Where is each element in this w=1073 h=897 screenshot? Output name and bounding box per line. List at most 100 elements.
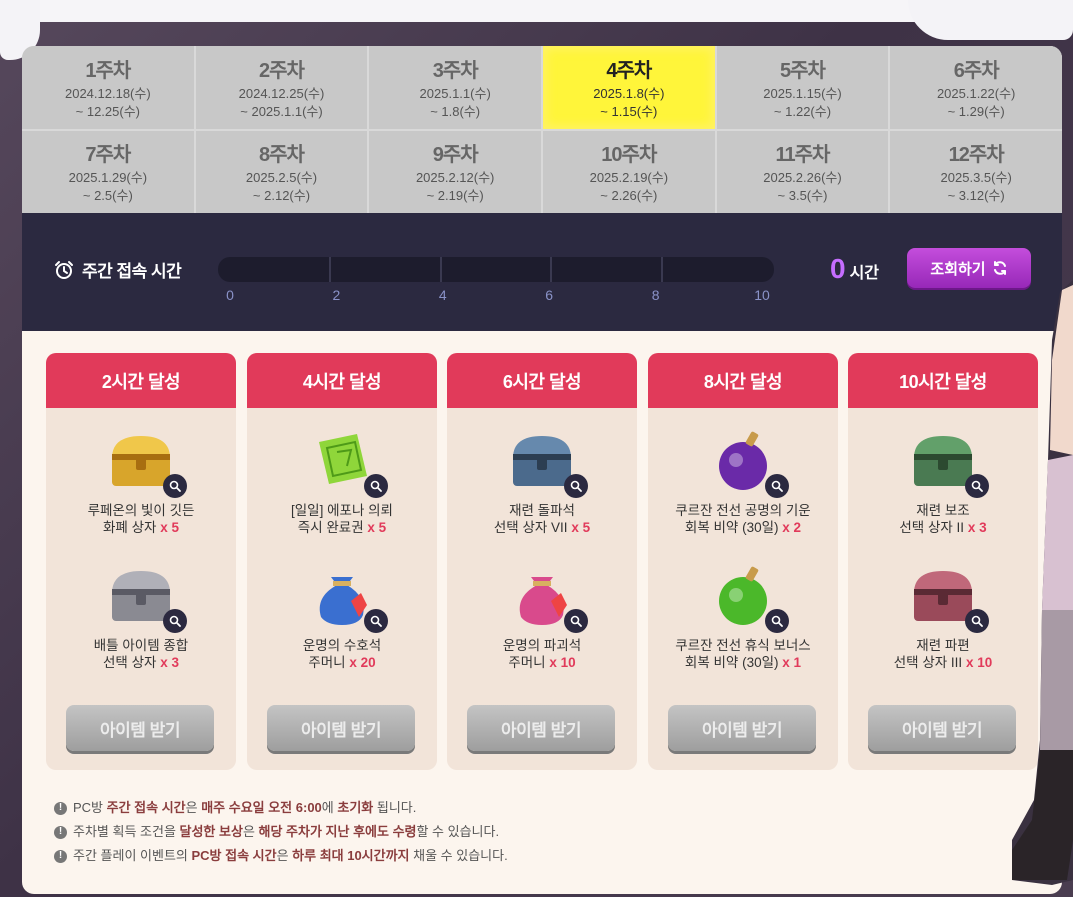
reward-card: 4시간 달성 [일일] 에포나 의뢰 즉시 완료권 x 5 운명의 수호석 주머니 x … — [247, 353, 437, 770]
reward-item-name: 재련 보조 선택 상자 II x 3 — [848, 502, 1038, 536]
week-title: 3주차 — [432, 59, 479, 82]
reward-item-name: [일일] 에포나 의뢰 즉시 완료권 x 5 — [247, 502, 437, 536]
tab-week-4[interactable]: 4주차 2025.1.8(수) ~ 1.15(수) — [543, 46, 715, 129]
reward-item-quantity: x 1 — [782, 655, 802, 670]
pink-pouch-icon — [502, 563, 588, 635]
weekly-time-title: 주간 접속 시간 — [82, 262, 182, 281]
week-start-date: 2025.1.22(수) — [936, 85, 1016, 101]
tab-week-6[interactable]: 6주차 2025.1.22(수) ~ 1.29(수) — [890, 46, 1062, 129]
magnifier-icon[interactable] — [765, 609, 789, 633]
reward-card-title: 10시간 달성 — [848, 353, 1038, 408]
week-start-date: 2024.12.25(수) — [238, 85, 325, 101]
magnifier-icon[interactable] — [163, 474, 187, 498]
reward-item-name-line2: 선택 상자 III — [893, 655, 963, 670]
notice-item: ! 주간 플레이 이벤트의 PC방 접속 시간은 하루 최대 10시간까지 채울 … — [54, 844, 508, 868]
notice-highlight: 해당 주차가 지난 후에도 수령 — [258, 824, 417, 839]
week-title: 2주차 — [259, 59, 305, 82]
reward-card-title: 4시간 달성 — [247, 353, 437, 408]
magnifier-icon[interactable] — [364, 474, 388, 498]
track-tick — [328, 257, 331, 282]
week-title: 7주차 — [85, 144, 131, 167]
reward-item-name-line1: 재련 보조 — [916, 503, 970, 518]
reward-item-name-line1: 루페온의 빛이 깃든 — [87, 503, 195, 518]
get-item-button[interactable]: 아이템 받기 — [467, 705, 615, 751]
reward-item-quantity: x 10 — [965, 655, 993, 670]
tab-week-9[interactable]: 9주차 2025.2.12(수) ~ 2.19(수) — [369, 130, 541, 213]
reward-item-name-line2: 즉시 완료권 — [297, 520, 364, 535]
blue-chest-icon — [502, 428, 588, 500]
week-end-date: ~ 2.5(수) — [82, 188, 133, 204]
week-tabs: 1주차 2024.12.18(수) ~ 12.25(수) 2주차 2024.12.25(… — [22, 46, 1062, 213]
week-title: 12주차 — [948, 144, 1005, 167]
snow-decoration-right — [908, 0, 1073, 40]
tab-week-1[interactable]: 1주차 2024.12.18(수) ~ 12.25(수) — [22, 46, 194, 129]
reward-item-name-line1: 쿠르잔 전선 공명의 기운 — [675, 503, 811, 518]
week-end-date: ~ 2.19(수) — [426, 188, 484, 204]
tab-week-8[interactable]: 8주차 2025.2.5(수) ~ 2.12(수) — [195, 130, 368, 213]
tab-week-12[interactable]: 12주차 2025.3.5(수) ~ 3.12(수) — [890, 130, 1062, 213]
notice-text-part: 은 — [242, 824, 259, 839]
reward-item: 재련 돌파석 선택 상자 VII x 5 — [447, 428, 637, 536]
tab-week-10[interactable]: 10주차 2025.2.19(수) ~ 2.26(수) — [543, 130, 715, 213]
magnifier-icon[interactable] — [163, 609, 187, 633]
week-end-date: ~ 1.22(수) — [773, 103, 832, 119]
weekly-time-label: 주간 접속 시간 — [54, 257, 182, 282]
reward-card-title: 6시간 달성 — [447, 353, 637, 408]
tab-week-7[interactable]: 7주차 2025.1.29(수) ~ 2.5(수) — [22, 130, 194, 213]
notice-text-part: 에 — [321, 800, 338, 815]
tab-week-11[interactable]: 11주차 2025.2.26(수) ~ 3.5(수) — [716, 130, 889, 213]
notice-text-part: 됩니다. — [373, 800, 417, 815]
character-illustration — [1012, 280, 1073, 885]
get-item-button[interactable]: 아이템 받기 — [668, 705, 816, 751]
reward-item-name-line2: 회복 비약 (30일) — [684, 655, 779, 670]
get-item-button[interactable]: 아이템 받기 — [868, 705, 1016, 751]
tab-week-5[interactable]: 5주차 2025.1.15(수) ~ 1.22(수) — [716, 46, 889, 129]
reward-item-name-line1: 재련 돌파석 — [509, 503, 575, 518]
magnifier-icon[interactable] — [564, 474, 588, 498]
reward-item: 쿠르잔 전선 휴식 보너스 회복 비약 (30일) x 1 — [648, 563, 838, 671]
reward-item-name-line1: [일일] 에포나 의뢰 — [291, 503, 393, 518]
week-end-date: ~ 3.5(수) — [777, 188, 828, 204]
green-chest-icon — [903, 428, 989, 500]
magnifier-icon[interactable] — [965, 609, 989, 633]
notice-text: 주차별 획득 조건을 달성한 보상은 해당 주차가 지난 후에도 수령할 수 있… — [73, 820, 499, 844]
get-item-button[interactable]: 아이템 받기 — [66, 705, 214, 751]
reward-item-name: 루페온의 빛이 깃든 화폐 상자 x 5 — [46, 502, 236, 536]
purple-potion-icon — [703, 428, 789, 500]
notice-text-part: PC방 — [73, 800, 107, 815]
week-title: 5주차 — [780, 59, 826, 82]
tab-week-3[interactable]: 3주차 2025.1.1(수) ~ 1.8(수) — [369, 46, 541, 129]
week-title: 6주차 — [953, 59, 1000, 82]
week-start-date: 2025.1.8(수) — [593, 85, 665, 101]
refresh-icon — [993, 261, 1006, 275]
reward-item: 루페온의 빛이 깃든 화폐 상자 x 5 — [46, 428, 236, 536]
magnifier-icon[interactable] — [965, 474, 989, 498]
week-start-date: 2025.2.19(수) — [589, 170, 669, 186]
reward-item-quantity: x 3 — [160, 655, 179, 670]
reward-item-name-line2: 선택 상자 VII — [493, 520, 568, 535]
notice-text-part: 채울 수 있습니다. — [409, 848, 508, 863]
reward-card: 6시간 달성 재련 돌파석 선택 상자 VII x 5 운명의 파괴석 주머니 x 10… — [447, 353, 637, 770]
track-tick-label: 6 — [545, 287, 554, 303]
get-item-button[interactable]: 아이템 받기 — [267, 705, 415, 751]
magnifier-icon[interactable] — [765, 474, 789, 498]
event-panel: 1주차 2024.12.18(수) ~ 12.25(수) 2주차 2024.12.25(… — [22, 46, 1062, 894]
hours-unit: 시간 — [849, 265, 880, 282]
reward-item-name-line1: 재련 파편 — [916, 638, 970, 653]
refresh-label: 조회하기 — [930, 260, 986, 278]
hours-value: 0 — [830, 253, 846, 284]
notice-text-part: 할 수 있습니다. — [416, 824, 500, 839]
tab-week-2[interactable]: 2주차 2024.12.25(수) ~ 2025.1.1(수) — [195, 46, 368, 129]
reward-item-name: 운명의 수호석 주머니 x 20 — [247, 637, 437, 671]
week-title: 9주차 — [432, 144, 479, 167]
reward-item-quantity: x 2 — [782, 520, 802, 535]
reward-item: 배틀 아이템 종합 선택 상자 x 3 — [46, 563, 236, 671]
red-chest-icon — [903, 563, 989, 635]
week-end-date: ~ 1.8(수) — [430, 103, 481, 119]
alarm-clock-icon — [55, 260, 73, 279]
magnifier-icon[interactable] — [364, 609, 388, 633]
track-tick-label: 8 — [651, 287, 660, 303]
week-title: 4주차 — [606, 59, 652, 82]
magnifier-icon[interactable] — [564, 609, 588, 633]
track-tick — [550, 257, 553, 282]
